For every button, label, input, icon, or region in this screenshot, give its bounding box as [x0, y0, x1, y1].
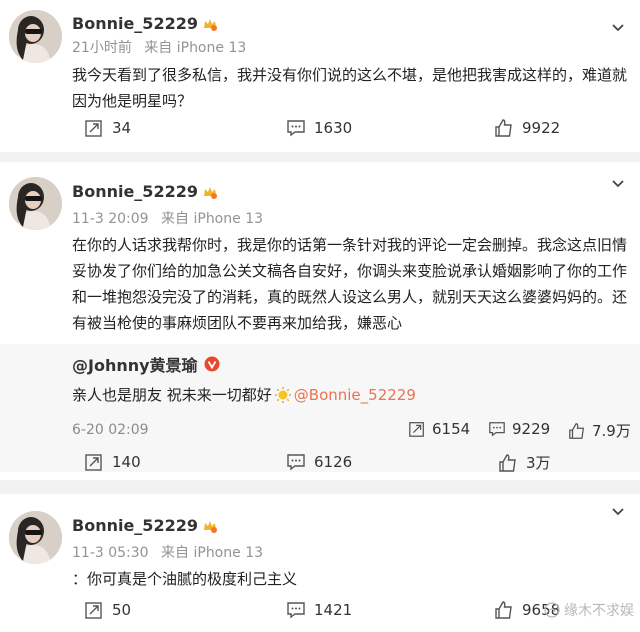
like-count: 9922 — [522, 119, 561, 137]
repost-icon — [85, 454, 102, 471]
quoted-author[interactable]: @Johnny黄景瑜 — [72, 352, 220, 376]
post-source: 来自 iPhone 13 — [161, 545, 264, 561]
username-text[interactable]: Bonnie_52229 — [72, 14, 198, 33]
chevron-down-icon[interactable] — [610, 20, 626, 36]
crown-badge-icon — [203, 18, 217, 31]
post-card: Bonnie_52229 21小时前 来自 iPhone 13 我今天看到了很多… — [0, 0, 640, 152]
username[interactable]: Bonnie_52229 — [72, 182, 218, 201]
quoted-repost-count: 6154 — [432, 420, 471, 438]
repost-count: 50 — [112, 601, 132, 619]
comment-button[interactable]: 1421 — [286, 600, 352, 620]
repost-button[interactable]: 50 — [84, 600, 131, 620]
post-content: ：你可真是个油腻的极度利己主义 — [72, 570, 298, 588]
avatar[interactable] — [9, 177, 62, 230]
comment-button[interactable]: 1630 — [286, 118, 352, 138]
chevron-down-icon[interactable] — [610, 504, 626, 520]
post-meta: 11-3 20:09 来自 iPhone 13 — [72, 208, 271, 228]
repost-icon — [409, 422, 424, 437]
username-text[interactable]: Bonnie_52229 — [72, 516, 198, 535]
repost-icon — [85, 602, 102, 619]
thumbs-up-icon — [499, 453, 516, 472]
post-meta: 21小时前 来自 iPhone 13 — [72, 37, 254, 57]
comment-icon — [287, 454, 305, 471]
mention-link[interactable]: @Bonnie_52229 — [294, 386, 416, 404]
username[interactable]: Bonnie_52229 — [72, 14, 218, 33]
thumbs-up-icon — [495, 601, 512, 619]
post-content: 我今天看到了很多私信，我并没有你们说的这么不堪，是他把我害成这样的，难道就因为他… — [72, 66, 628, 110]
crown-badge-icon — [203, 520, 217, 533]
comment-count: 1630 — [314, 119, 353, 137]
quoted-repost-button[interactable]: 6154 — [408, 420, 470, 438]
quoted-text: 亲人也是朋友 祝未来一切都好 @Bonnie_52229 — [72, 384, 416, 405]
username-text[interactable]: Bonnie_52229 — [72, 182, 198, 201]
repost-button[interactable]: 140 — [84, 452, 141, 472]
comment-icon — [489, 422, 505, 437]
quoted-comment-count: 9229 — [512, 420, 551, 438]
quoted-meta: 6-20 02:09 6154 9229 7.9万 — [72, 420, 632, 444]
watermark-text: 缘木不求娱 — [564, 603, 634, 619]
sun-emoji-icon — [274, 386, 291, 403]
repost-count: 140 — [112, 453, 141, 471]
verified-badge-icon — [204, 356, 220, 372]
quoted-time[interactable]: 6-20 02:09 — [72, 422, 149, 438]
like-button[interactable]: 9922 — [494, 118, 560, 138]
repost-count: 34 — [112, 119, 132, 137]
comment-count: 6126 — [314, 453, 353, 471]
like-button[interactable]: 3万 — [498, 452, 551, 473]
quoted-author-name[interactable]: @Johnny黄景瑜 — [72, 352, 198, 376]
comment-icon — [287, 120, 305, 137]
thumbs-up-icon — [495, 119, 512, 137]
like-count: 3万 — [526, 454, 551, 472]
action-bar: 34 1630 9922 — [0, 118, 640, 142]
quoted-comment-button[interactable]: 9229 — [488, 420, 550, 438]
avatar[interactable] — [9, 511, 62, 564]
thumbs-up-icon — [569, 422, 585, 439]
post-card: Bonnie_52229 11-3 05:30 来自 iPhone 13 ：你可… — [0, 494, 640, 632]
avatar[interactable] — [9, 10, 62, 63]
weibo-feed: Bonnie_52229 21小时前 来自 iPhone 13 我今天看到了很多… — [0, 0, 640, 632]
post-source: 来自 iPhone 13 — [161, 211, 264, 227]
quoted-like-button[interactable]: 7.9万 — [568, 420, 631, 441]
quoted-like-count: 7.9万 — [592, 422, 631, 440]
post-meta: 11-3 05:30 来自 iPhone 13 — [72, 542, 271, 562]
comment-button[interactable]: 6126 — [286, 452, 352, 472]
post-content: 在你的人话求我帮你时，我是你的话第一条针对我的评论一定会删掉。我念这点旧情妥协发… — [72, 236, 628, 332]
repost-icon — [85, 120, 102, 137]
action-bar: 140 6126 3万 — [0, 452, 640, 476]
comment-count: 1421 — [314, 601, 353, 619]
post-card: Bonnie_52229 11-3 20:09 来自 iPhone 13 在你的… — [0, 162, 640, 480]
post-time[interactable]: 11-3 20:09 — [72, 211, 149, 227]
post-time[interactable]: 11-3 05:30 — [72, 545, 149, 561]
username[interactable]: Bonnie_52229 — [72, 516, 218, 535]
watermark-logo-icon — [544, 602, 560, 618]
chevron-down-icon[interactable] — [610, 176, 626, 192]
comment-icon — [287, 602, 305, 619]
post-time[interactable]: 21小时前 — [72, 40, 132, 56]
repost-button[interactable]: 34 — [84, 118, 131, 138]
crown-badge-icon — [203, 186, 217, 199]
post-source: 来自 iPhone 13 — [144, 40, 247, 56]
watermark: 缘木不求娱 — [544, 600, 634, 620]
quoted-text-body: 亲人也是朋友 祝未来一切都好 — [72, 386, 272, 404]
